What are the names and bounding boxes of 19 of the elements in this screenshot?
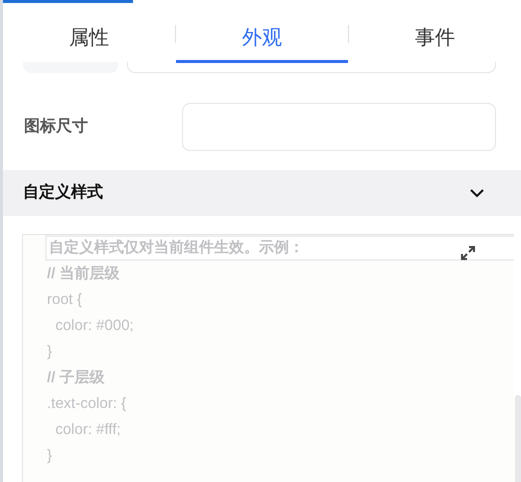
chevron-down-icon[interactable]	[469, 188, 485, 198]
placeholder-text: color: #000;	[54, 316, 135, 336]
placeholder-text: }	[46, 446, 54, 466]
placeholder-text: // 子层级	[46, 368, 106, 388]
placeholder-text: color: #fff;	[54, 420, 122, 440]
tab[interactable]: 外观	[176, 3, 348, 62]
input-field[interactable]	[182, 103, 496, 151]
placeholder-text: // 当前层级	[46, 264, 121, 284]
placeholder-text: .text-color: {	[46, 394, 128, 414]
placeholder-text: }	[46, 342, 54, 362]
field-label: 图标尺寸	[24, 116, 89, 137]
tab[interactable]: 属性	[3, 3, 175, 62]
section-title: 自定义样式	[23, 182, 103, 203]
input-field[interactable]	[127, 62, 496, 73]
placeholder-text: root {	[46, 290, 84, 310]
expand-icon[interactable]	[460, 245, 476, 261]
section-header[interactable]: 自定义样式	[3, 170, 521, 216]
tab[interactable]: 事件	[349, 3, 521, 62]
placeholder-text: 自定义样式仅对当前组件生效。示例：	[45, 235, 514, 261]
